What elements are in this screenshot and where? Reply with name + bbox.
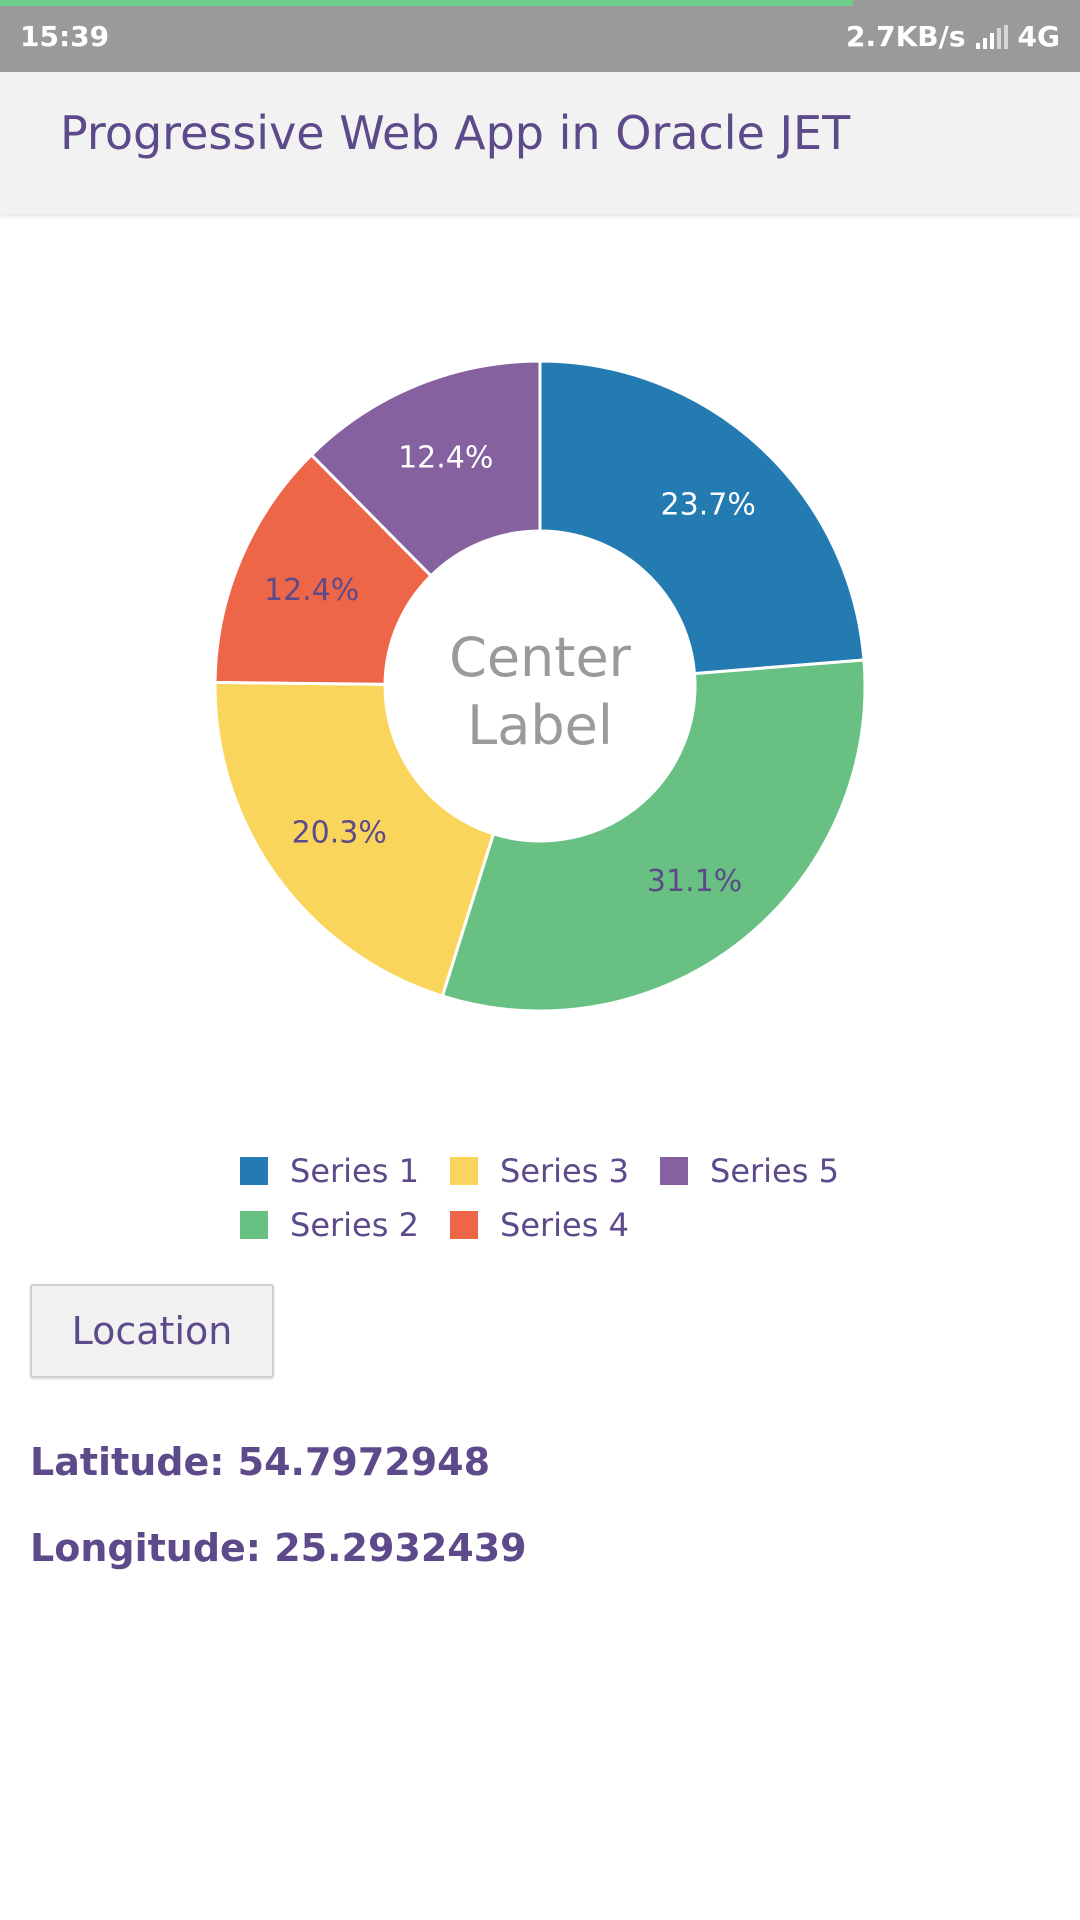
slice-label-5: 12.4% [398, 441, 493, 476]
slice-label-1: 23.7% [661, 488, 756, 523]
legend-label: Series 2 [290, 1206, 419, 1244]
status-right: 2.7KB/s 4G [846, 20, 1060, 53]
location-button[interactable]: Location [30, 1284, 274, 1378]
legend-item-2[interactable]: Series 2 [240, 1206, 419, 1244]
legend-label: Series 3 [500, 1152, 629, 1190]
center-label-line-1: Center [449, 626, 632, 689]
status-time: 15:39 [20, 20, 110, 53]
legend-swatch [240, 1211, 268, 1239]
app-title: Progressive Web App in Oracle JET [60, 106, 851, 160]
longitude-text: Longitude: 25.2932439 [30, 1526, 527, 1570]
legend-item-1[interactable]: Series 1 [240, 1152, 419, 1190]
legend-label: Series 1 [290, 1152, 419, 1190]
signal-bars-icon [975, 24, 1008, 49]
network-speed: 2.7KB/s [845, 20, 966, 53]
donut-chart-svg: 23.7% 31.1% 20.3% 12.4% 12.4% CenterLabel [213, 359, 867, 1013]
slice-label-2: 31.1% [647, 864, 742, 899]
legend-swatch [450, 1157, 478, 1185]
slice-label-3: 20.3% [292, 816, 387, 851]
legend-label: Series 5 [710, 1152, 839, 1190]
loading-progress-bar [0, 0, 854, 6]
legend-label: Series 4 [500, 1206, 629, 1244]
status-bar: 15:39 2.7KB/s 4G [0, 0, 1080, 72]
legend-swatch [660, 1157, 688, 1185]
latitude-text: Latitude: 54.7972948 [30, 1440, 491, 1484]
legend-swatch [240, 1157, 268, 1185]
network-type: 4G [1017, 20, 1060, 53]
legend-item-5[interactable]: Series 5 [660, 1152, 839, 1190]
legend-item-4[interactable]: Series 4 [450, 1206, 629, 1244]
center-label-line-2: Label [467, 694, 613, 757]
legend-item-3[interactable]: Series 3 [450, 1152, 629, 1190]
slice-label-4: 12.4% [264, 573, 359, 608]
legend-swatch [450, 1211, 478, 1239]
app-header: Progressive Web App in Oracle JET [0, 72, 1080, 214]
donut-chart: 23.7% 31.1% 20.3% 12.4% 12.4% Center Label [0, 214, 1080, 1274]
